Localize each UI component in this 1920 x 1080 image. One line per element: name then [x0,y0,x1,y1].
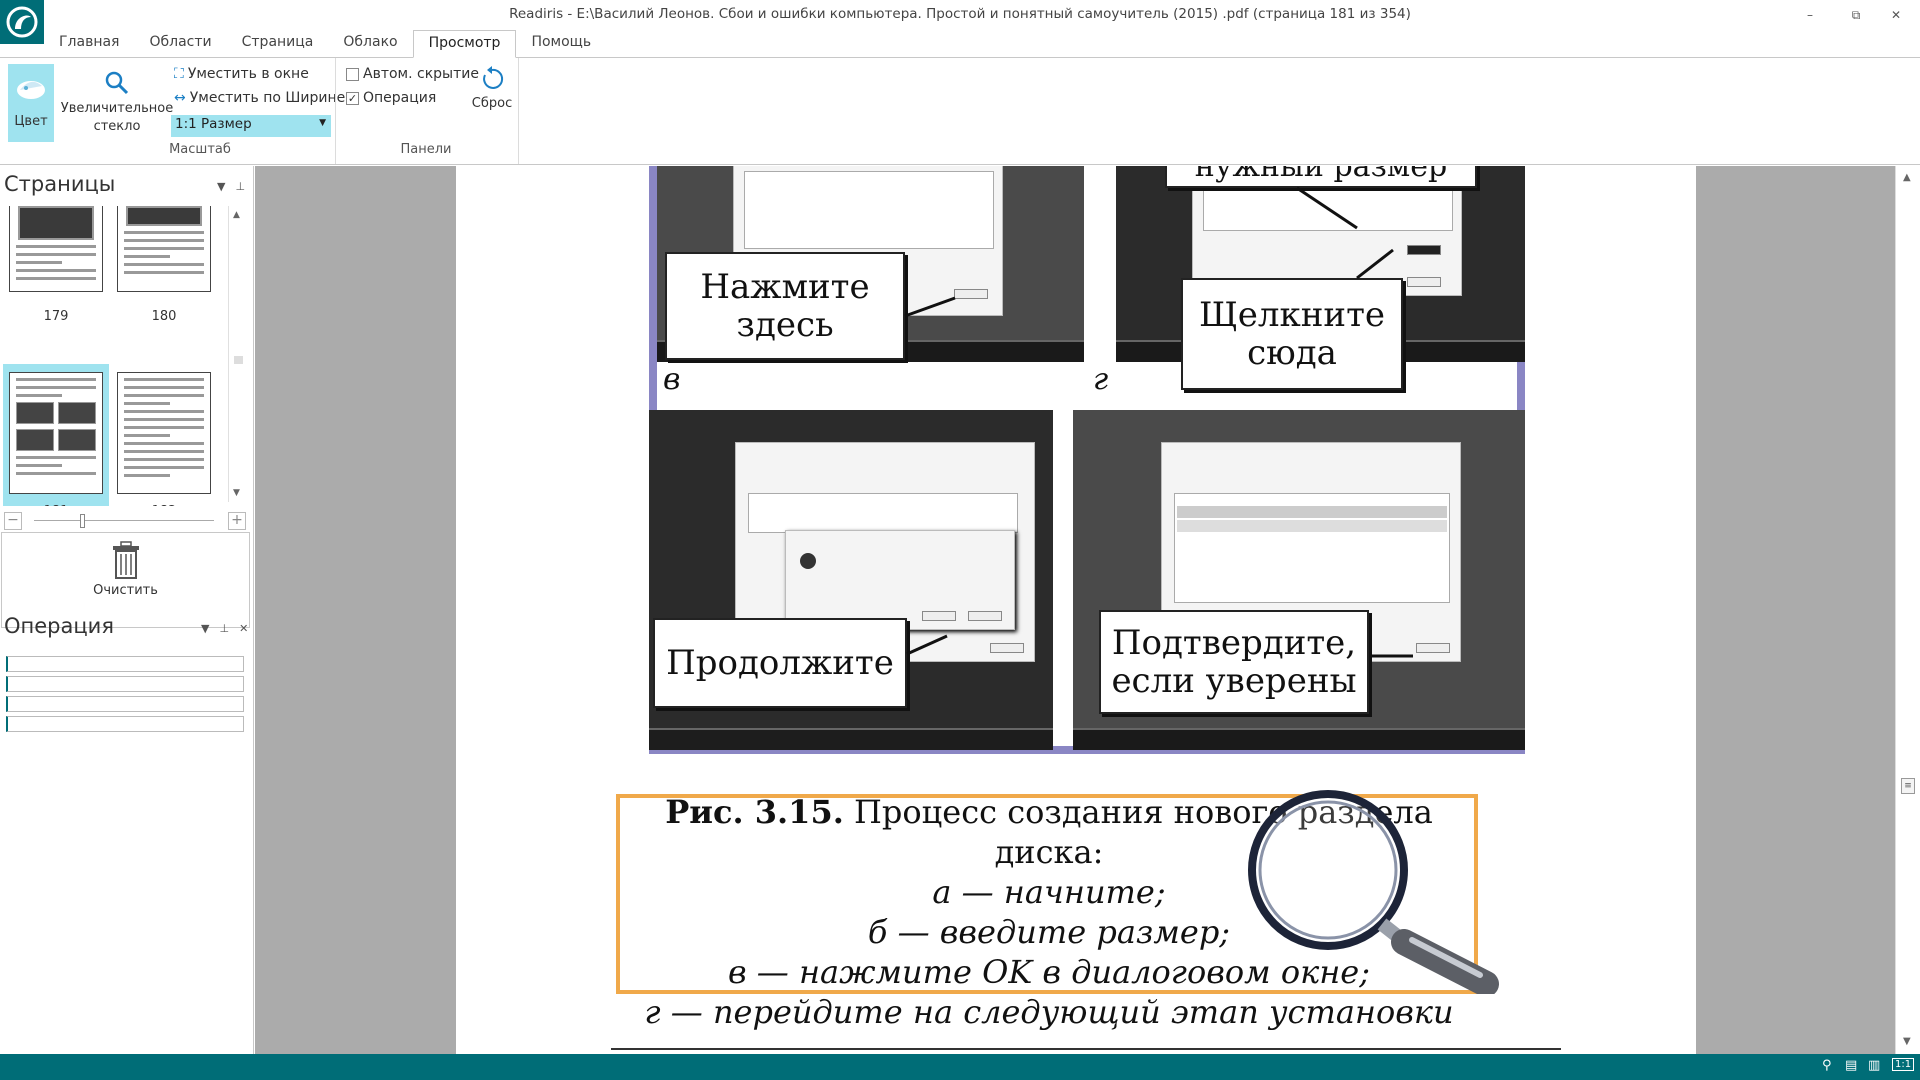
operation-row [6,676,244,692]
pin-icon[interactable]: ⊥ [219,622,229,635]
figure-frame: нужный размер Нажмите здесь Щелкните сюд… [649,166,1525,754]
zoom-in-icon[interactable]: + [228,512,246,530]
chevron-down-icon[interactable]: ▼ [217,180,225,193]
scroll-thumb[interactable]: ≡ [1901,778,1915,794]
fit-window-label: Уместить в окне [187,66,309,82]
auto-hide-box[interactable] [346,67,359,81]
window-title: Readiris - E:\Василий Леонов. Сбои и оши… [509,6,1411,22]
caption-number: Рис. 3.15. [665,793,844,831]
restore-button[interactable]: ⧉ [1838,3,1874,27]
operation-checkbox[interactable]: ✓ Операция [346,90,436,106]
tab-cloud[interactable]: Облако [328,30,412,58]
fit-window-button[interactable]: ⛶ Уместить в окне [174,66,309,82]
panels-group-label: Панели [400,142,452,157]
chevron-down-icon[interactable]: ▼ [201,622,209,635]
document-viewer[interactable]: нужный размер Нажмите здесь Щелкните сюд… [255,166,1905,1054]
thumbnail-180[interactable] [117,206,211,292]
zoom-select[interactable]: 1:1 Размер ▼ [171,115,331,137]
magnifier-icon [105,71,129,95]
figure-letter: в [663,362,681,397]
fit-window-icon: ⛶ [174,66,184,82]
figure-letter: г [1093,362,1109,397]
operation-row [6,716,244,732]
ribbon-divider [518,58,519,164]
trash-icon [112,541,139,579]
color-button[interactable]: Цвет [8,64,54,142]
operation-panel-controls: ▼ ⊥ ✕ [201,622,248,635]
reset-icon [483,66,504,89]
thumbnail-scrollbar[interactable]: ▲ ▼ [228,206,248,502]
reset-button[interactable]: Сброс [468,66,516,142]
zoom-value: 1:1 Размер [175,116,252,132]
fit-width-label: Уместить по Ширине [189,90,346,106]
fit-width-icon: ↔ [174,90,186,106]
close-icon[interactable]: ✕ [239,622,248,635]
ribbon-divider [335,58,336,164]
scroll-up-icon[interactable]: ▲ [1903,172,1911,183]
search-icon[interactable]: ⚲ [1822,1058,1832,1073]
ribbon-panel: Цвет Увеличительное стекло ⛶ Уместить в … [0,57,1920,165]
thumbnail-number: 182 [117,504,211,506]
clear-label: Очистить [93,583,158,598]
document-page: нужный размер Нажмите здесь Щелкните сюд… [456,166,1696,1054]
operation-box[interactable]: ✓ [346,91,359,105]
thumbnail-182[interactable] [117,372,211,494]
thumbnail-181[interactable] [9,372,103,494]
operation-label: Операция [363,90,437,106]
thumbnail-number: 181 [9,504,103,506]
scroll-thumb[interactable] [234,356,243,364]
tab-help[interactable]: Помощь [516,30,606,58]
operation-panel-title: Операция [4,614,114,638]
slider-handle[interactable] [80,514,85,528]
thumbnail-zoom-slider[interactable]: − + [0,510,250,532]
scale-group-label: Масштаб [169,142,231,157]
magnifier-label: Увеличительное стекло [60,101,174,134]
status-bar: ⚲ ▤ ▥ 1:1 [0,1054,1920,1080]
tab-view[interactable]: Просмотр [412,30,517,58]
page-thumbnails: 179 180 181 182 [0,206,232,506]
minimize-button[interactable]: – [1792,3,1828,27]
auto-hide-label: Автом. скрытие [363,66,479,82]
operation-row [6,696,244,712]
scroll-down-icon[interactable]: ▼ [233,488,240,498]
page-rule [611,1048,1561,1050]
thumbnail-number: 180 [151,309,177,324]
pages-panel-title: Страницы [4,172,116,196]
text-view-icon[interactable]: ▥ [1868,1058,1880,1073]
fit-width-button[interactable]: ↔ Уместить по Ширине [174,90,345,106]
scroll-down-icon[interactable]: ▼ [1903,1036,1911,1047]
operation-row [6,656,244,672]
auto-hide-checkbox[interactable]: Автом. скрытие [346,66,479,82]
tab-home[interactable]: Главная [44,30,134,58]
callout-arrows [904,186,1413,658]
tab-areas[interactable]: Области [134,30,226,58]
scroll-up-icon[interactable]: ▲ [233,210,240,220]
color-icon [17,81,45,99]
magnifier-button[interactable]: Увеличительное стекло [60,64,174,142]
page-view-icon[interactable]: ▤ [1845,1058,1857,1073]
reset-label: Сброс [471,96,513,111]
pages-panel-controls: ▼ ⊥ [217,180,245,193]
document-scrollbar[interactable]: ▲ ≡ ▼ [1895,166,1920,1054]
left-panel: Страницы ▼ ⊥ 179 180 181 [0,166,254,1054]
zoom-out-icon[interactable]: − [4,512,22,530]
color-label: Цвет [14,114,48,129]
thumbnail-number: 179 [43,309,69,324]
actual-size-icon[interactable]: 1:1 [1892,1058,1915,1071]
tab-page[interactable]: Страница [227,30,329,58]
chevron-down-icon: ▼ [319,118,326,128]
pin-icon[interactable]: ⊥ [235,180,245,193]
ribbon-tabs: Главная Области Страница Облако Просмотр… [44,30,606,58]
thumbnail-179[interactable] [9,206,103,292]
caption-line: г — перейдите на следующий этап установк… [644,993,1454,1031]
readiris-logo [0,0,44,44]
close-button[interactable]: ✕ [1878,3,1914,27]
magnifier-lens-icon[interactable] [1234,774,1504,994]
title-bar: Readiris - E:\Василий Леонов. Сбои и оши… [0,0,1920,44]
